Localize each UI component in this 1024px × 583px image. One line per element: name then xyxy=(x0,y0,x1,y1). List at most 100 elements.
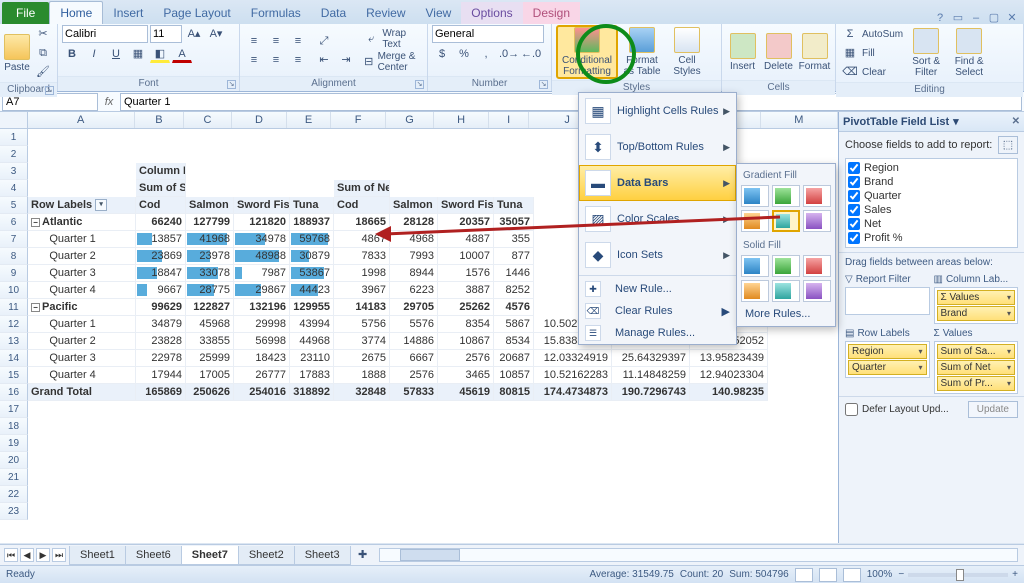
cell[interactable]: Quarter 2 xyxy=(28,248,136,265)
column-header[interactable]: M xyxy=(761,112,838,128)
area-row-labels[interactable]: ▤Row Labels Region▾ Quarter▾ xyxy=(845,328,930,394)
tab-home[interactable]: Home xyxy=(49,1,103,24)
underline-button[interactable]: U xyxy=(106,45,126,63)
databar-gradient-purple[interactable] xyxy=(803,210,831,232)
cell[interactable]: 43994 xyxy=(290,316,334,333)
horizontal-scrollbar[interactable] xyxy=(379,548,1018,562)
cell[interactable]: Quarter 1 xyxy=(28,316,136,333)
format-cells-button[interactable]: Format xyxy=(798,25,831,79)
insert-cells-button[interactable]: Insert xyxy=(726,25,759,79)
cell[interactable]: 34879 xyxy=(136,316,186,333)
databar-solid-blue[interactable] xyxy=(741,255,769,277)
cell[interactable]: 132196 xyxy=(234,299,290,316)
number-dialog-launcher[interactable]: ↘ xyxy=(539,80,548,89)
cell[interactable]: 12.03324919 xyxy=(534,350,612,367)
cell[interactable]: 4887 xyxy=(438,231,494,248)
row-header[interactable]: 20 xyxy=(0,452,28,469)
dec-indent-icon[interactable]: ⇤ xyxy=(314,51,334,69)
cell[interactable]: 28128 xyxy=(390,214,438,231)
tab-page-layout[interactable]: Page Layout xyxy=(153,2,240,24)
font-dialog-launcher[interactable]: ↘ xyxy=(227,80,236,89)
field-profit[interactable]: Profit % xyxy=(848,231,1015,245)
sort-filter-button[interactable]: Sort & Filter xyxy=(906,26,946,80)
fill-color-button[interactable]: ◧ xyxy=(150,45,170,63)
view-layout-icon[interactable] xyxy=(819,568,837,582)
copy-icon[interactable]: ⧉ xyxy=(33,44,53,62)
cell[interactable]: 877 xyxy=(494,248,534,265)
format-painter-icon[interactable]: 🖌 xyxy=(33,63,53,81)
zoom-out-icon[interactable]: − xyxy=(898,569,904,580)
cell[interactable]: 34978 xyxy=(234,231,290,248)
cell[interactable]: 45619 xyxy=(438,384,494,401)
row-header[interactable]: 19 xyxy=(0,435,28,452)
cell[interactable]: Salmon xyxy=(186,197,234,214)
cell[interactable]: 25999 xyxy=(186,350,234,367)
cell[interactable]: 3465 xyxy=(438,367,494,384)
cell[interactable]: Quarter 3 xyxy=(28,265,136,282)
align-right-icon[interactable]: ≡ xyxy=(288,51,308,69)
inc-decimal-icon[interactable]: .0→ xyxy=(498,45,518,63)
cell[interactable]: Quarter 4 xyxy=(28,367,136,384)
cell[interactable]: 33855 xyxy=(186,333,234,350)
cell[interactable]: 41968 xyxy=(186,231,234,248)
tab-view[interactable]: View xyxy=(416,2,462,24)
sheet-tab[interactable]: Sheet3 xyxy=(294,546,351,565)
shrink-font-icon[interactable]: A▾ xyxy=(206,25,226,43)
new-sheet-icon[interactable]: ✚ xyxy=(353,546,373,564)
cell[interactable]: 14886 xyxy=(390,333,438,350)
cell[interactable]: 1446 xyxy=(494,265,534,282)
grow-font-icon[interactable]: A▴ xyxy=(184,25,204,43)
minimize-ribbon-icon[interactable]: ▭ xyxy=(952,11,964,24)
cell[interactable]: 22978 xyxy=(136,350,186,367)
cell[interactable]: 30879 xyxy=(290,248,334,265)
cell[interactable]: 35057 xyxy=(494,214,534,231)
paste-button[interactable]: Paste xyxy=(4,26,30,80)
cell[interactable]: 8534 xyxy=(494,333,534,350)
field-list-dropdown-icon[interactable]: ▾ xyxy=(953,115,959,128)
cell[interactable]: 5756 xyxy=(334,316,390,333)
cell[interactable]: Column Labels ▾ xyxy=(136,163,186,180)
align-middle-icon[interactable]: ≡ xyxy=(266,32,286,50)
sheet-nav-prev-icon[interactable]: ◀ xyxy=(20,548,34,562)
databar-solid-green[interactable] xyxy=(772,255,800,277)
cell[interactable]: 23828 xyxy=(136,333,186,350)
cell[interactable]: 14183 xyxy=(334,299,390,316)
pill-quarter[interactable]: Quarter▾ xyxy=(848,360,927,375)
field-brand[interactable]: Brand xyxy=(848,175,1015,189)
cell[interactable]: 66240 xyxy=(136,214,186,231)
cell[interactable]: 122827 xyxy=(186,299,234,316)
cell[interactable]: Sum of Net xyxy=(334,180,390,197)
align-center-icon[interactable]: ≡ xyxy=(266,51,286,69)
pill-brand[interactable]: Brand▾ xyxy=(937,306,1016,321)
row-header[interactable]: 9 xyxy=(0,265,28,282)
column-header[interactable]: F xyxy=(331,112,386,128)
cell[interactable]: Quarter 2 xyxy=(28,333,136,350)
cell[interactable]: 13.95823439 xyxy=(690,350,768,367)
tab-review[interactable]: Review xyxy=(356,2,415,24)
cell[interactable]: 48988 xyxy=(234,248,290,265)
cell[interactable]: Tuna xyxy=(290,197,334,214)
cell[interactable]: 1888 xyxy=(334,367,390,384)
row-header[interactable]: 12 xyxy=(0,316,28,333)
defer-layout-checkbox[interactable] xyxy=(845,403,858,416)
column-header[interactable]: B xyxy=(135,112,185,128)
cell[interactable]: 9667 xyxy=(136,282,186,299)
cell[interactable]: 165869 xyxy=(136,384,186,401)
clipboard-dialog-launcher[interactable]: ↘ xyxy=(45,86,54,95)
cell[interactable]: 250626 xyxy=(186,384,234,401)
cf-new-rule[interactable]: ✚New Rule... xyxy=(579,278,736,300)
sheet-nav-next-icon[interactable]: ▶ xyxy=(36,548,50,562)
cell[interactable]: Cod xyxy=(136,197,186,214)
cell[interactable]: 3967 xyxy=(334,282,390,299)
cell[interactable]: 25262 xyxy=(438,299,494,316)
column-header[interactable]: E xyxy=(287,112,331,128)
cell[interactable]: 18847 xyxy=(136,265,186,282)
cell[interactable]: 23978 xyxy=(186,248,234,265)
area-column-labels[interactable]: ▥Column Lab... Σ Values▾ Brand▾ xyxy=(934,274,1019,324)
cell[interactable]: 2675 xyxy=(334,350,390,367)
cell[interactable]: 8252 xyxy=(494,282,534,299)
cell[interactable]: 318892 xyxy=(290,384,334,401)
row-header[interactable]: 18 xyxy=(0,418,28,435)
format-as-table-button[interactable]: Format as Table xyxy=(621,25,663,79)
cell[interactable]: 254016 xyxy=(234,384,290,401)
